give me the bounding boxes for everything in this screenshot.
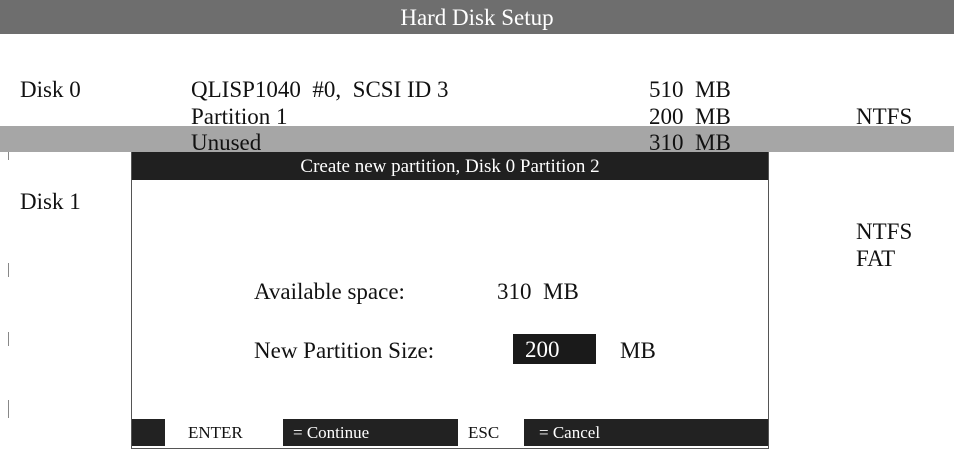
- title-bar: Hard Disk Setup: [0, 0, 954, 34]
- disk-1-filesystem: NTFS: [856, 219, 913, 244]
- cancel-hint-text: = Cancel: [539, 423, 601, 442]
- left-divider: [8, 332, 9, 346]
- disk-0-size: 510 MB: [649, 77, 731, 102]
- continue-hint: = Continue: [283, 419, 458, 446]
- enter-key-label: ENTER: [188, 423, 243, 442]
- partition-size-value: 200: [525, 337, 560, 362]
- create-partition-dialog: Create new partition, Disk 0 Partition 2…: [131, 152, 769, 449]
- unused-space-size: 310 MB: [649, 130, 731, 155]
- partition-size-unit: MB: [620, 338, 656, 363]
- available-space-value: 310 MB: [497, 279, 579, 304]
- enter-key-hint[interactable]: ENTER: [165, 419, 283, 446]
- dialog-title: Create new partition, Disk 0 Partition 2: [300, 156, 600, 177]
- disk-1-filesystem: FAT: [856, 246, 896, 271]
- left-divider: [8, 152, 9, 160]
- key-hint-bar: ENTER = Continue ESC = Cancel: [132, 419, 768, 446]
- left-divider: [8, 400, 9, 418]
- window-title: Hard Disk Setup: [400, 5, 554, 30]
- unused-space-label: Unused: [191, 130, 262, 155]
- cancel-hint: = Cancel: [524, 419, 764, 446]
- left-divider: [8, 263, 9, 277]
- available-space-label: Available space:: [254, 279, 405, 304]
- disk-1-label: Disk 1: [20, 189, 81, 214]
- esc-key-hint[interactable]: ESC: [458, 419, 524, 446]
- dialog-title-bar: Create new partition, Disk 0 Partition 2: [132, 152, 768, 180]
- partition-size: 200 MB: [649, 104, 731, 129]
- partition-filesystem: NTFS: [856, 104, 913, 129]
- continue-hint-text: = Continue: [293, 423, 370, 442]
- partition-name: Partition 1: [191, 104, 288, 129]
- disk-0-label: Disk 0: [20, 77, 81, 102]
- disk-0-info: QLISP1040 #0, SCSI ID 3: [191, 77, 449, 102]
- esc-key-label: ESC: [468, 423, 500, 442]
- partition-size-label: New Partition Size:: [254, 338, 435, 363]
- partition-size-input[interactable]: 200: [513, 334, 596, 364]
- selected-partition-row[interactable]: [0, 126, 954, 152]
